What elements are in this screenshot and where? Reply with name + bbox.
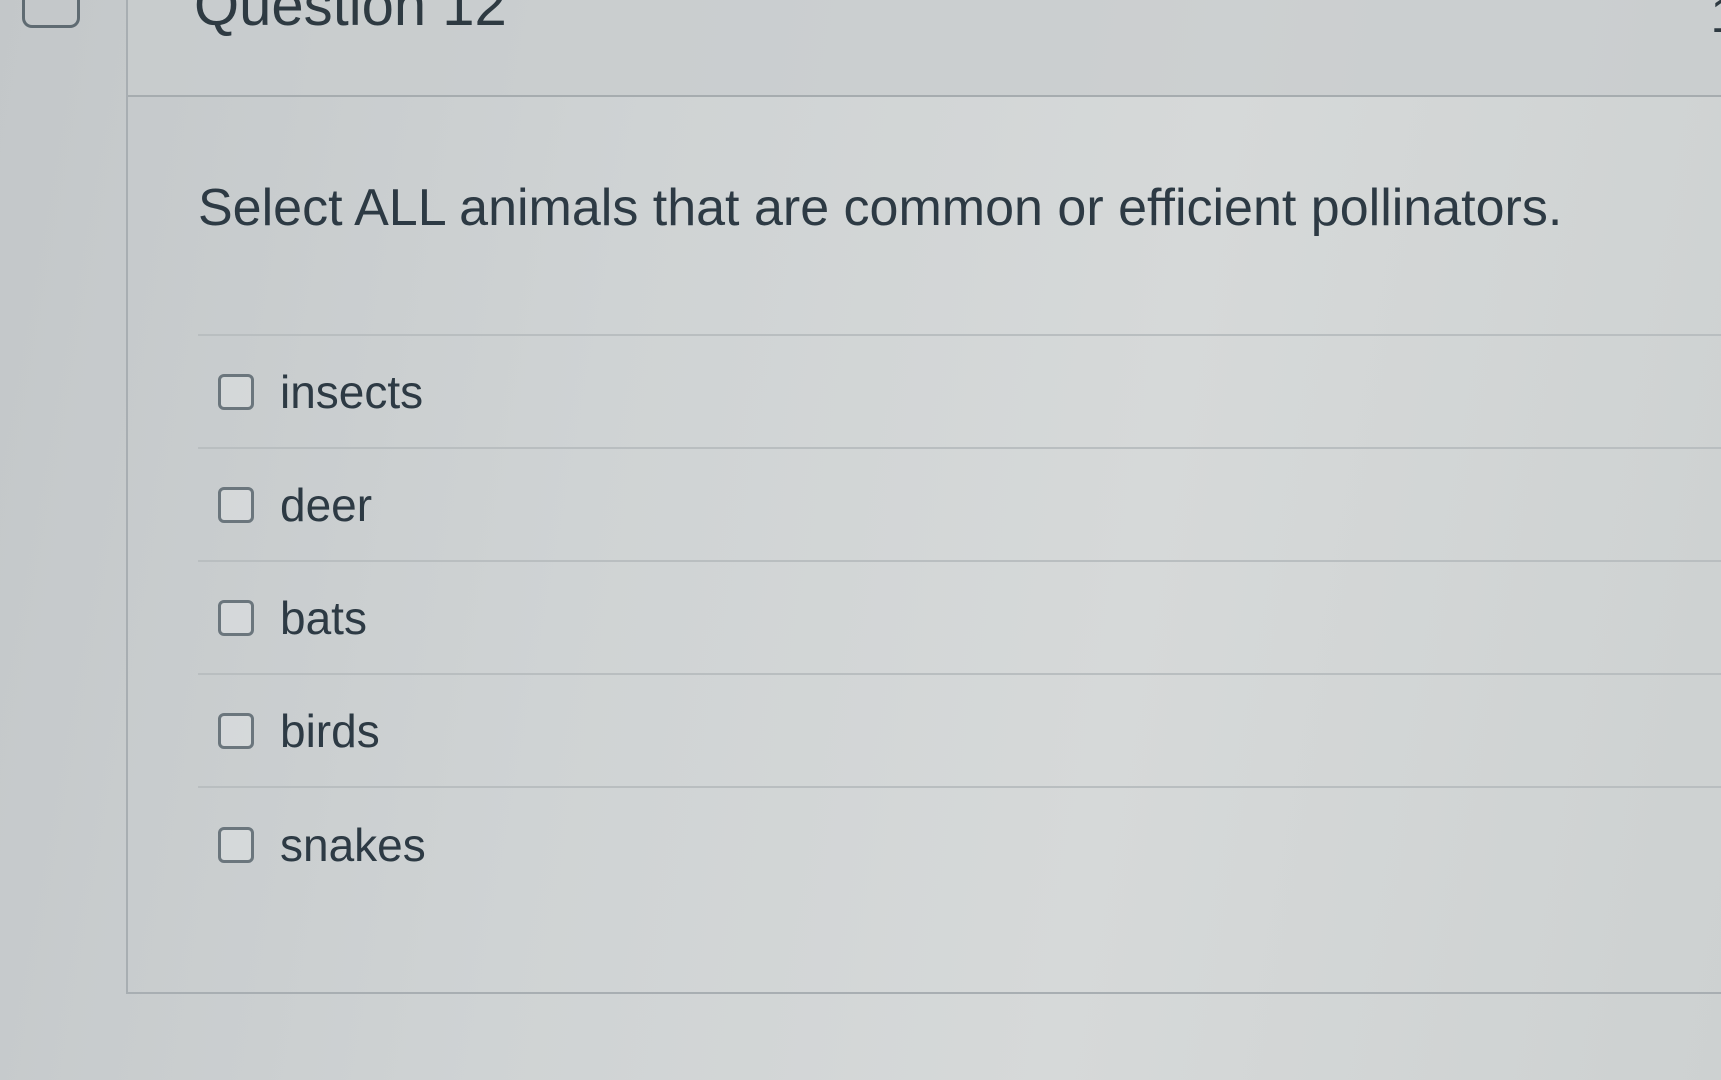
answer-label-birds[interactable]: birds xyxy=(280,705,380,757)
checkbox-deer[interactable] xyxy=(218,486,254,523)
answer-list: insects deer bats birds snakes xyxy=(198,334,1721,901)
answer-option-snakes[interactable]: snakes xyxy=(198,788,1721,901)
answer-option-birds[interactable]: birds xyxy=(198,675,1721,788)
answer-option-deer[interactable]: deer xyxy=(198,449,1721,562)
answer-label-insects[interactable]: insects xyxy=(280,366,423,418)
answer-option-insects[interactable]: insects xyxy=(198,336,1721,449)
question-points: 1 p xyxy=(1710,0,1721,40)
question-title: Question 12 xyxy=(194,0,507,38)
answer-label-bats[interactable]: bats xyxy=(280,592,367,644)
question-text: Select ALL animals that are common or ef… xyxy=(198,179,1563,237)
question-header: Question 12 1 p xyxy=(128,0,1721,97)
checkbox-insects[interactable] xyxy=(218,373,254,410)
bookmark-flag-icon[interactable] xyxy=(22,0,80,28)
quiz-screen: Question 12 1 p Select ALL animals that … xyxy=(0,0,1721,1080)
question-card: Question 12 1 p Select ALL animals that … xyxy=(126,0,1721,994)
checkbox-snakes[interactable] xyxy=(218,826,254,863)
checkbox-bats[interactable] xyxy=(218,599,254,636)
answer-option-bats[interactable]: bats xyxy=(198,562,1721,675)
answer-label-snakes[interactable]: snakes xyxy=(280,819,426,871)
answer-label-deer[interactable]: deer xyxy=(280,479,372,531)
checkbox-birds[interactable] xyxy=(218,712,254,749)
